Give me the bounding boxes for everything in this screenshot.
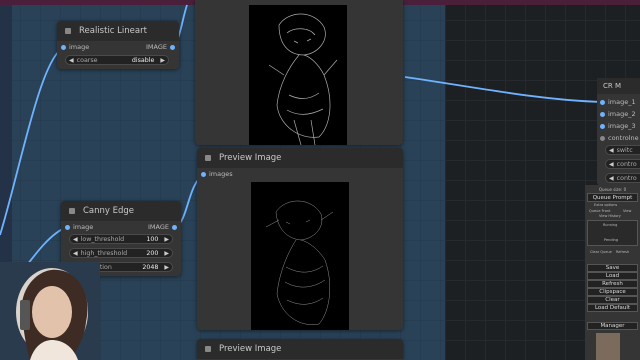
extra-options-toggle[interactable]: Extra options (594, 203, 617, 207)
refresh-button[interactable]: Refresh (587, 280, 638, 288)
save-button[interactable]: Save (587, 264, 638, 272)
left-arrow-icon[interactable]: ◀ (66, 57, 77, 64)
right-arrow-icon[interactable]: ▶ (161, 250, 172, 257)
node-title-bar[interactable]: Realistic Lineart (57, 21, 179, 41)
input-label: image_3 (608, 122, 636, 130)
lineart-preview-image (249, 5, 347, 145)
output-slot-image[interactable] (172, 225, 177, 230)
input-slot-image-1[interactable] (600, 100, 605, 105)
output-label: IMAGE (145, 43, 167, 51)
widget-name: high_threshold (80, 249, 128, 257)
left-arrow-icon[interactable]: ◀ (606, 147, 617, 154)
left-arrow-icon[interactable]: ◀ (70, 250, 81, 257)
thumbnail-image[interactable] (596, 333, 620, 360)
refresh-queue-button[interactable]: Refresh (616, 250, 629, 254)
preview-image-node-2[interactable]: Preview Image (197, 339, 403, 360)
left-arrow-icon[interactable]: ◀ (606, 175, 617, 182)
manager-button[interactable]: Manager (587, 322, 638, 330)
presenter-image (0, 262, 100, 360)
collapse-dot-icon[interactable] (205, 346, 211, 352)
input-label: image (73, 223, 94, 231)
clear-queue-button[interactable]: Clear Queue (590, 250, 612, 254)
node-title: Realistic Lineart (79, 26, 147, 36)
node-title: Canny Edge (83, 206, 135, 216)
queue-size-label: Queue size: 0 (598, 187, 627, 192)
link-lineart-input (0, 47, 64, 236)
input-slot-image-3[interactable] (600, 124, 605, 129)
right-arrow-icon[interactable]: ▶ (161, 236, 172, 243)
load-button[interactable]: Load (587, 272, 638, 280)
node-title-bar[interactable]: Preview Image (197, 339, 403, 359)
control-widget-2[interactable]: ◀ contro (605, 173, 640, 183)
collapse-dot-icon[interactable] (205, 155, 211, 161)
queue-prompt-button[interactable]: Queue Prompt (587, 193, 638, 202)
node-title-bar[interactable]: Canny Edge (61, 201, 181, 221)
canny-drawing (265, 200, 334, 325)
view-history-button[interactable]: View History (599, 214, 621, 218)
lineart-drawing (268, 13, 338, 145)
left-arrow-icon[interactable]: ◀ (606, 161, 617, 168)
widget-name: coarse (76, 56, 98, 64)
output-slot-image[interactable] (170, 45, 175, 50)
widget-name: low_threshold (80, 235, 125, 243)
control-widget-1[interactable]: ◀ contro (605, 159, 640, 169)
collapse-dot-icon[interactable] (69, 208, 75, 214)
clipspace-button[interactable]: Clipspace (587, 288, 638, 296)
pending-label: Pending (604, 238, 618, 242)
canny-preview-image (251, 182, 349, 330)
view-button[interactable]: View (623, 209, 631, 213)
input-label: controlne (608, 134, 639, 142)
input-slot-image[interactable] (65, 225, 70, 230)
widget-value: disable (131, 56, 155, 64)
right-arrow-icon[interactable]: ▶ (157, 57, 168, 64)
switch-widget[interactable]: ◀ switc (605, 145, 640, 155)
widget-value: 100 (146, 235, 159, 243)
input-slot-controlnet[interactable] (600, 136, 605, 141)
low-threshold-input[interactable]: ◀ low_threshold 100 ▶ (69, 234, 173, 244)
output-label: IMAGE (147, 223, 169, 231)
widget-value: 2048 (142, 263, 159, 271)
widget-value: 200 (146, 249, 159, 257)
coarse-combo[interactable]: ◀ coarse disable ▶ (65, 55, 169, 65)
input-label: image (69, 43, 90, 51)
cr-switch-node[interactable]: CR M image_1 image_2 image_3 controlne ◀… (597, 78, 640, 186)
input-label: images (209, 170, 233, 178)
running-label: Running (603, 223, 618, 227)
input-label: image_2 (608, 110, 636, 118)
node-title: Preview Image (219, 344, 282, 354)
node-title-bar[interactable]: CR M (597, 78, 640, 94)
preview-image-node-top[interactable] (195, 0, 403, 145)
right-arrow-icon[interactable]: ▶ (161, 264, 172, 271)
high-threshold-input[interactable]: ◀ high_threshold 200 ▶ (69, 248, 173, 258)
widget-name: switc (616, 146, 633, 154)
input-slot-image-2[interactable] (600, 112, 605, 117)
collapse-dot-icon[interactable] (65, 28, 71, 34)
input-slot-image[interactable] (61, 45, 66, 50)
preview-image-node[interactable]: Preview Image images (197, 148, 403, 330)
queue-menu-panel: Queue size: 0 Queue Prompt Extra options… (585, 185, 640, 360)
queue-list: Running Pending (587, 220, 638, 246)
node-title: Preview Image (219, 153, 282, 163)
realistic-lineart-node[interactable]: Realistic Lineart image IMAGE ◀ coarse d… (57, 21, 179, 69)
widget-name: contro (616, 174, 637, 182)
input-slot-images[interactable] (201, 172, 206, 177)
clear-button[interactable]: Clear (587, 296, 638, 304)
widget-name: contro (616, 160, 637, 168)
queue-front-button[interactable]: Queue Front (589, 209, 610, 213)
node-title: CR M (603, 82, 622, 90)
left-arrow-icon[interactable]: ◀ (70, 236, 81, 243)
load-default-button[interactable]: Load Default (587, 304, 638, 312)
link-cr-input (404, 76, 603, 103)
webcam-overlay (0, 262, 100, 360)
input-label: image_1 (608, 98, 636, 106)
node-title-bar[interactable]: Preview Image (197, 148, 403, 168)
